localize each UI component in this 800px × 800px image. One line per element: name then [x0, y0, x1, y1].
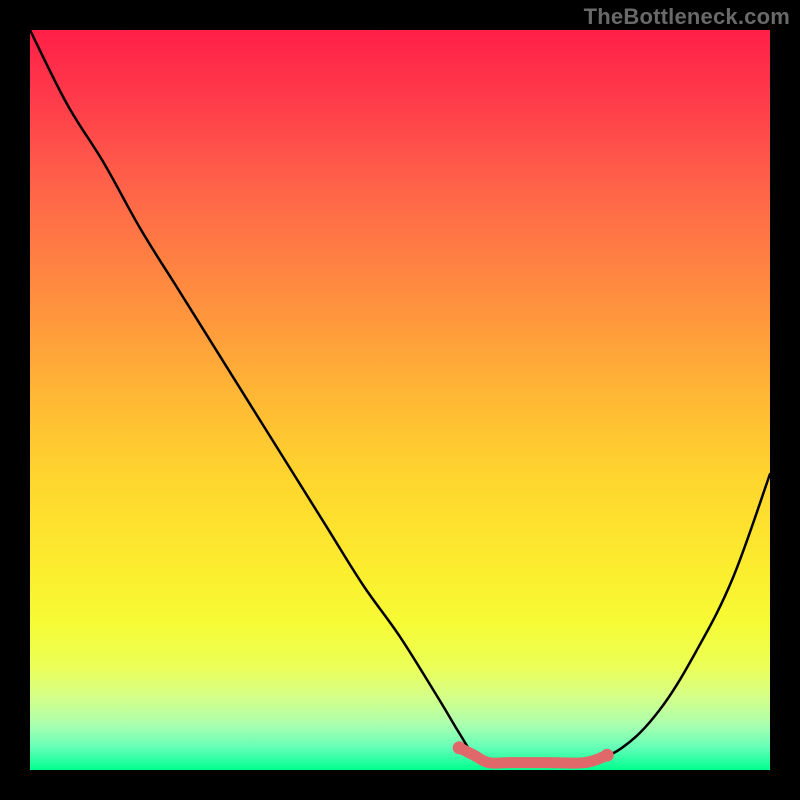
- highlight-start-dot: [453, 741, 466, 754]
- plot-area: [30, 30, 770, 770]
- curve-svg: [30, 30, 770, 770]
- highlight-segment: [459, 748, 607, 763]
- watermark-text: TheBottleneck.com: [584, 4, 790, 30]
- chart-frame: TheBottleneck.com: [0, 0, 800, 800]
- bottleneck-curve: [30, 30, 770, 764]
- highlight-end-dot: [601, 749, 614, 762]
